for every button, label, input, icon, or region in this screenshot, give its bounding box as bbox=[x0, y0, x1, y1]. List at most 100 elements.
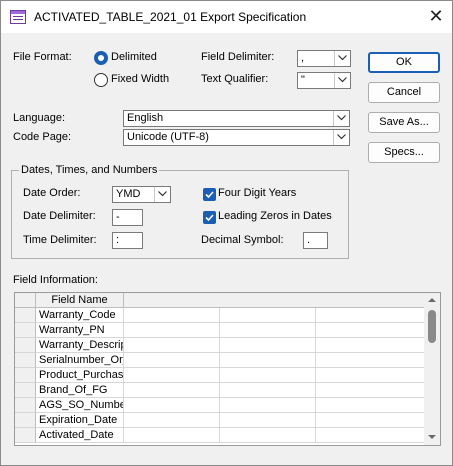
row-selector[interactable] bbox=[15, 308, 36, 323]
field-attribute-cell[interactable] bbox=[124, 308, 220, 323]
field-delimiter-label: Field Delimiter: bbox=[201, 51, 275, 63]
field-attribute-cell[interactable] bbox=[220, 383, 316, 398]
date-delimiter-value: - bbox=[116, 211, 120, 223]
leading-zeros-label[interactable]: Leading Zeros in Dates bbox=[218, 210, 332, 222]
field-information-grid[interactable]: Field Name Warranty_Code Warranty_PN Warra… bbox=[14, 292, 441, 446]
field-name-cell[interactable]: Brand_Of_FG bbox=[36, 383, 124, 398]
cancel-button[interactable]: Cancel bbox=[368, 82, 440, 103]
row-selector[interactable] bbox=[15, 338, 36, 353]
field-attribute-cell[interactable] bbox=[124, 353, 220, 368]
row-selector[interactable] bbox=[15, 353, 36, 368]
language-label: Language: bbox=[13, 112, 65, 124]
field-name-column-header[interactable]: Field Name bbox=[36, 293, 124, 308]
date-order-value: YMD bbox=[116, 188, 141, 200]
time-delimiter-input[interactable]: : bbox=[112, 232, 143, 249]
leading-zeros-checkbox[interactable] bbox=[203, 211, 216, 224]
fixed-width-radio[interactable] bbox=[94, 73, 108, 87]
chevron-down-icon[interactable] bbox=[154, 187, 170, 202]
field-name-cell[interactable]: Expiration_Date bbox=[36, 413, 124, 428]
field-attribute-cell[interactable] bbox=[124, 383, 220, 398]
field-attribute-cell[interactable] bbox=[316, 413, 425, 428]
field-name-text: Product_Purchase bbox=[39, 369, 124, 381]
ok-button[interactable]: OK bbox=[368, 52, 440, 73]
field-attribute-cell[interactable] bbox=[316, 353, 425, 368]
text-qualifier-value: " bbox=[301, 74, 305, 86]
field-attribute-cell[interactable] bbox=[316, 383, 425, 398]
field-attribute-cell[interactable] bbox=[220, 428, 316, 443]
row-selector[interactable] bbox=[15, 323, 36, 338]
field-attribute-cell[interactable] bbox=[220, 323, 316, 338]
date-order-label: Date Order: bbox=[23, 187, 81, 199]
row-selector[interactable] bbox=[15, 398, 36, 413]
chevron-down-icon[interactable] bbox=[333, 111, 349, 126]
field-name-column-header-text: Field Name bbox=[51, 294, 108, 306]
language-select[interactable]: English bbox=[123, 110, 350, 127]
chevron-down-icon[interactable] bbox=[333, 130, 349, 145]
save-as-button[interactable]: Save As... bbox=[368, 112, 440, 133]
field-delimiter-value: , bbox=[301, 52, 305, 64]
field-attribute-cell[interactable] bbox=[316, 323, 425, 338]
field-attribute-cell[interactable] bbox=[124, 323, 220, 338]
field-attribute-cell[interactable] bbox=[220, 413, 316, 428]
field-attribute-cell[interactable] bbox=[316, 428, 425, 443]
row-selector[interactable] bbox=[15, 428, 36, 443]
field-name-text: Brand_Of_FG bbox=[39, 384, 108, 396]
field-attribute-cell[interactable] bbox=[124, 368, 220, 383]
row-selector[interactable] bbox=[15, 413, 36, 428]
time-delimiter-value: : bbox=[116, 234, 120, 246]
field-attribute-cell[interactable] bbox=[220, 338, 316, 353]
field-name-cell[interactable]: Product_Purchase bbox=[36, 368, 124, 383]
delimited-radio[interactable] bbox=[94, 51, 108, 65]
field-name-cell[interactable]: Warranty_Code bbox=[36, 308, 124, 323]
field-name-text: Warranty_Code bbox=[39, 309, 116, 321]
title-bar: ACTIVATED_TABLE_2021_01 Export Specifica… bbox=[1, 1, 452, 33]
grid-header-filler bbox=[124, 293, 424, 308]
field-attribute-cell[interactable] bbox=[220, 368, 316, 383]
field-name-cell[interactable]: Serialnumber_Or_ bbox=[36, 353, 124, 368]
field-attribute-cell[interactable] bbox=[124, 428, 220, 443]
four-digit-years-checkbox[interactable] bbox=[203, 188, 216, 201]
delimited-label[interactable]: Delimited bbox=[111, 51, 157, 63]
field-name-cell[interactable]: Warranty_Descrip bbox=[36, 338, 124, 353]
field-attribute-cell[interactable] bbox=[220, 353, 316, 368]
row-selector[interactable] bbox=[15, 368, 36, 383]
scrollbar-thumb[interactable] bbox=[428, 310, 436, 343]
scroll-up-icon[interactable] bbox=[424, 293, 440, 307]
decimal-symbol-value: . bbox=[307, 234, 311, 246]
field-attribute-cell[interactable] bbox=[316, 398, 425, 413]
date-order-select[interactable]: YMD bbox=[112, 186, 171, 203]
text-qualifier-select[interactable]: " bbox=[297, 72, 351, 89]
field-attribute-cell[interactable] bbox=[316, 308, 425, 323]
chevron-down-icon[interactable] bbox=[334, 51, 350, 66]
decimal-symbol-label: Decimal Symbol: bbox=[201, 234, 284, 246]
language-value: English bbox=[127, 112, 164, 124]
date-delimiter-input[interactable]: - bbox=[112, 209, 143, 226]
field-attribute-cell[interactable] bbox=[124, 413, 220, 428]
vertical-scrollbar[interactable] bbox=[424, 293, 440, 445]
row-selector[interactable] bbox=[15, 383, 36, 398]
decimal-symbol-input[interactable]: . bbox=[303, 232, 328, 249]
scroll-down-icon[interactable] bbox=[424, 430, 440, 444]
field-delimiter-select[interactable]: , bbox=[297, 50, 351, 67]
field-name-text: Expiration_Date bbox=[39, 414, 118, 426]
file-format-label: File Format: bbox=[13, 51, 72, 63]
field-attribute-cell[interactable] bbox=[220, 398, 316, 413]
field-name-text: Warranty_PN bbox=[39, 324, 105, 336]
field-attribute-cell[interactable] bbox=[316, 338, 425, 353]
specs-button[interactable]: Specs... bbox=[368, 142, 440, 163]
code-page-select[interactable]: Unicode (UTF-8) bbox=[123, 129, 350, 146]
fixed-width-label[interactable]: Fixed Width bbox=[111, 73, 169, 85]
field-name-cell[interactable]: Warranty_PN bbox=[36, 323, 124, 338]
close-icon[interactable]: ✕ bbox=[424, 5, 448, 29]
field-attribute-cell[interactable] bbox=[124, 338, 220, 353]
field-name-text: AGS_SO_Number bbox=[39, 399, 124, 411]
field-attribute-cell[interactable] bbox=[124, 398, 220, 413]
field-name-cell[interactable]: Activated_Date bbox=[36, 428, 124, 443]
export-specification-dialog: ACTIVATED_TABLE_2021_01 Export Specifica… bbox=[0, 0, 453, 466]
four-digit-years-label[interactable]: Four Digit Years bbox=[218, 187, 296, 199]
field-name-cell[interactable]: AGS_SO_Number bbox=[36, 398, 124, 413]
chevron-down-icon[interactable] bbox=[334, 73, 350, 88]
field-attribute-cell[interactable] bbox=[316, 368, 425, 383]
field-attribute-cell[interactable] bbox=[220, 308, 316, 323]
field-name-text: Warranty_Descrip bbox=[39, 339, 124, 351]
